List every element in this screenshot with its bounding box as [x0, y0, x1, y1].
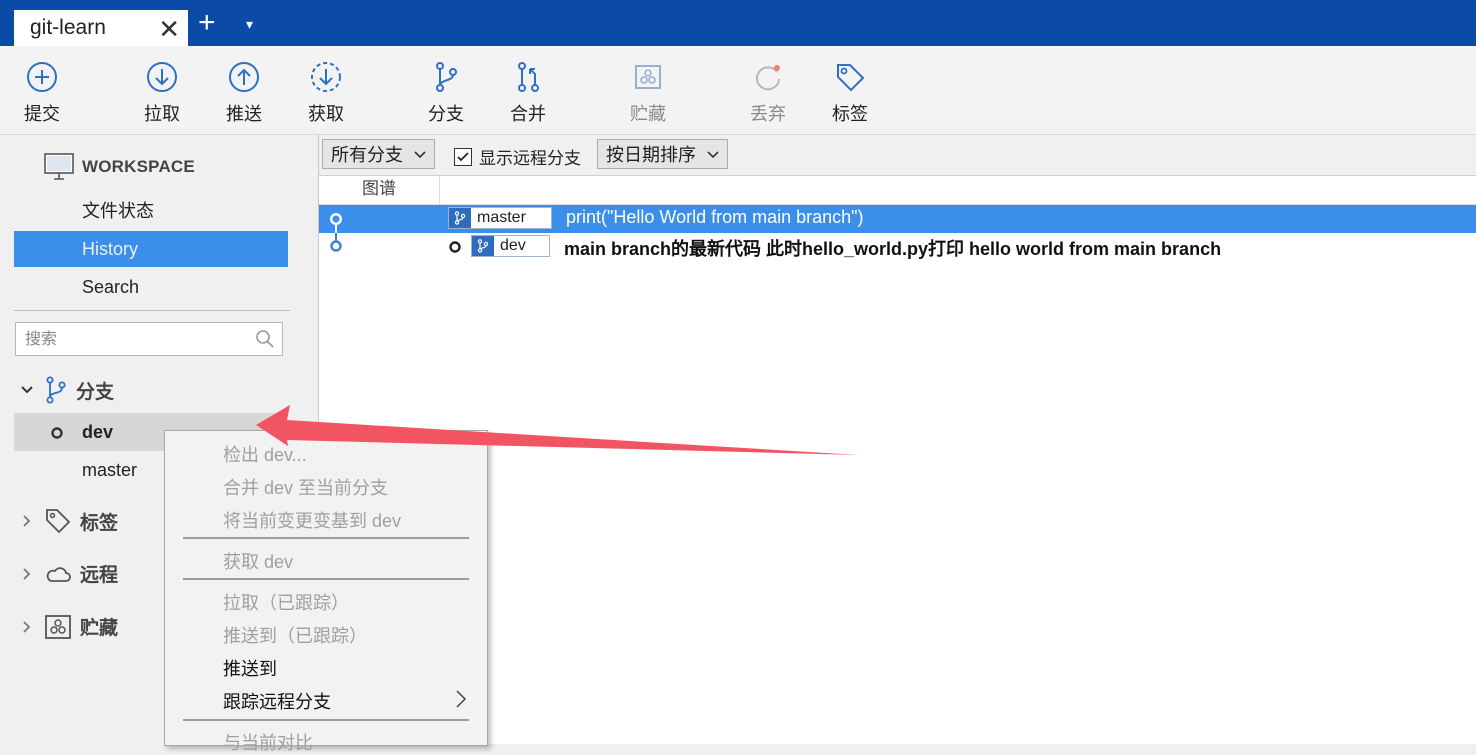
annotation-arrow	[256, 405, 858, 455]
